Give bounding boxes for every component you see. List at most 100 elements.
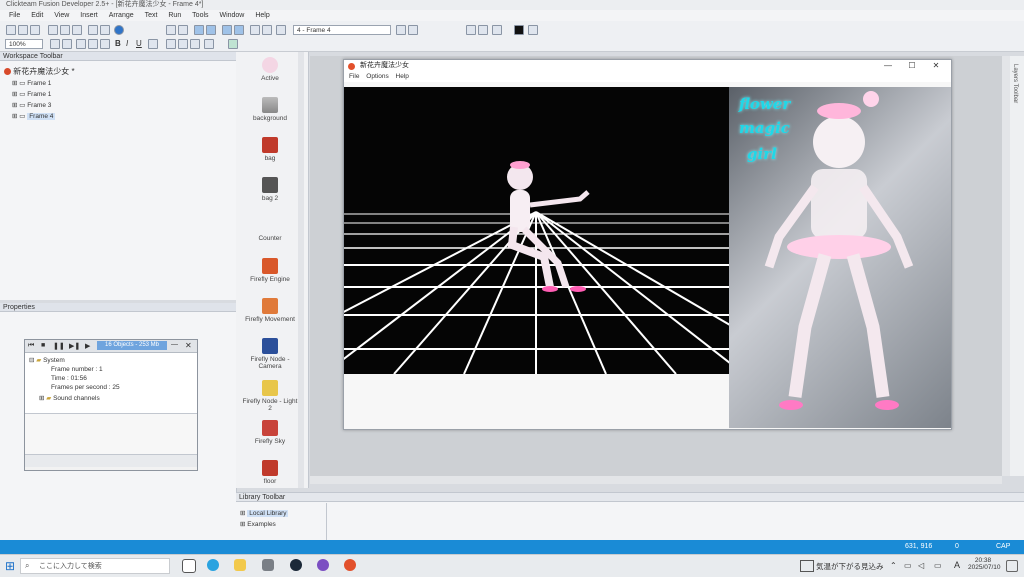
app-menu-options[interactable]: Options xyxy=(366,73,388,80)
align-left-icon[interactable] xyxy=(166,39,176,49)
object-firefly-movement[interactable]: Firefly Movement xyxy=(240,298,300,323)
align-center-icon[interactable] xyxy=(178,39,188,49)
taskbar-search[interactable]: ここに入力して検索 xyxy=(20,558,170,574)
frame-node[interactable]: ⊞ ▭ Frame 1 xyxy=(12,90,51,98)
3d-viewport[interactable] xyxy=(344,87,729,374)
app-node[interactable]: 新花卉魔法少女 * xyxy=(4,66,75,77)
run-icon[interactable] xyxy=(166,25,176,35)
menu-arrange[interactable]: Arrange xyxy=(109,10,134,21)
color-picker-icon[interactable] xyxy=(62,39,72,49)
app-menu-help[interactable]: Help xyxy=(396,73,409,80)
minimize-icon[interactable]: — xyxy=(881,60,895,72)
stop-icon[interactable]: ■ xyxy=(41,342,45,349)
network-icon[interactable]: ▭ xyxy=(904,561,912,570)
event-list-icon[interactable] xyxy=(234,25,244,35)
restart-icon[interactable]: ⏮ xyxy=(28,342,34,350)
stop-icon[interactable] xyxy=(178,25,188,35)
play-icon[interactable]: ▶ xyxy=(85,342,90,350)
step-icon[interactable]: ▶❚ xyxy=(69,342,80,350)
event-editor-icon[interactable] xyxy=(222,25,232,35)
frame-node[interactable]: ⊞ ▭ Frame 3 xyxy=(12,101,51,109)
frame-node[interactable]: ⊞ ▭ Frame 1 xyxy=(12,79,51,87)
align-right-icon[interactable] xyxy=(190,39,200,49)
storyboard-icon[interactable] xyxy=(206,25,216,35)
explorer-icon[interactable] xyxy=(234,559,246,571)
menu-insert[interactable]: Insert xyxy=(80,10,98,21)
volume-icon[interactable]: ◁ xyxy=(918,561,924,570)
app-icon[interactable] xyxy=(317,559,329,571)
redo-icon[interactable] xyxy=(100,25,110,35)
menu-text[interactable]: Text xyxy=(145,10,158,21)
object-floor[interactable]: floor xyxy=(240,460,300,485)
paste-icon[interactable] xyxy=(72,25,82,35)
steam-icon[interactable] xyxy=(290,559,302,571)
close-icon[interactable]: ✕ xyxy=(185,341,192,350)
object-list-scrollbar[interactable] xyxy=(298,52,304,488)
menu-help[interactable]: Help xyxy=(255,10,269,21)
resize-icon[interactable] xyxy=(228,39,238,49)
debugger-output[interactable] xyxy=(25,414,197,454)
new-file-icon[interactable] xyxy=(6,25,16,35)
mail-icon[interactable] xyxy=(262,559,274,571)
notifications-icon[interactable] xyxy=(1006,560,1018,572)
cut-icon[interactable] xyxy=(48,25,58,35)
menu-file[interactable]: File xyxy=(9,10,20,21)
menu-edit[interactable]: Edit xyxy=(31,10,43,21)
menu-tools[interactable]: Tools xyxy=(192,10,208,21)
properties-icon[interactable] xyxy=(262,25,272,35)
window-icon-2[interactable] xyxy=(478,25,488,35)
layout-icon[interactable] xyxy=(194,25,204,35)
clock[interactable]: 20:38 2025/07/10 xyxy=(968,557,1001,571)
data-elements-icon[interactable] xyxy=(250,25,260,35)
object-firefly-engine[interactable]: Firefly Engine xyxy=(240,258,300,283)
pause-icon[interactable]: ❚❚ xyxy=(53,342,65,350)
open-file-icon[interactable] xyxy=(18,25,28,35)
save-icon[interactable] xyxy=(30,25,40,35)
object-firefly-node-light[interactable]: Firefly Node - Light 2 xyxy=(240,380,300,412)
object-background[interactable]: background xyxy=(240,97,300,122)
object-firefly-node-camera[interactable]: Firefly Node - Camera xyxy=(240,338,300,370)
start-icon[interactable]: ⊞ xyxy=(0,555,20,577)
color-icon[interactable] xyxy=(528,25,538,35)
menu-window[interactable]: Window xyxy=(219,10,244,21)
strikethrough-icon[interactable] xyxy=(148,39,158,49)
grid-icon[interactable] xyxy=(76,39,86,49)
frame-hscroll[interactable] xyxy=(310,476,1002,484)
app-menu-file[interactable]: File xyxy=(349,73,359,80)
debug-icon[interactable] xyxy=(276,25,286,35)
system-node[interactable]: ⊟ ▰ System xyxy=(29,356,65,364)
object-active[interactable]: Active xyxy=(240,57,300,82)
edge-icon[interactable] xyxy=(207,559,219,571)
ime-indicator[interactable]: A xyxy=(954,560,960,570)
justify-icon[interactable] xyxy=(204,39,214,49)
underline-icon[interactable]: U xyxy=(136,39,142,48)
bold-icon[interactable]: B xyxy=(115,39,121,48)
battery-icon[interactable]: ▭ xyxy=(934,561,942,570)
color-black-icon[interactable] xyxy=(514,25,524,35)
frame-vscroll[interactable] xyxy=(1002,56,1010,476)
object-firefly-sky[interactable]: Firefly Sky xyxy=(240,420,300,445)
weather-text[interactable]: 気温が下がる見込み xyxy=(816,561,884,572)
object-bag[interactable]: bag xyxy=(240,137,300,162)
next-frame-icon[interactable] xyxy=(408,25,418,35)
frame-select[interactable]: 4 - Frame 4 xyxy=(293,25,391,35)
font-icon[interactable] xyxy=(50,39,60,49)
library-examples[interactable]: ⊞ Examples xyxy=(240,520,276,528)
align-icon[interactable] xyxy=(100,39,110,49)
fusion-icon[interactable] xyxy=(344,559,356,571)
close-icon[interactable]: ✕ xyxy=(929,60,943,72)
prev-frame-icon[interactable] xyxy=(396,25,406,35)
sound-node[interactable]: ⊞ ▰ Sound channels xyxy=(39,394,100,402)
window-icon-3[interactable] xyxy=(492,25,502,35)
help-icon[interactable] xyxy=(114,25,124,35)
italic-icon[interactable]: I xyxy=(126,39,128,48)
maximize-icon[interactable]: ☐ xyxy=(905,60,919,72)
copy-icon[interactable] xyxy=(60,25,70,35)
task-view-icon[interactable] xyxy=(182,559,196,573)
tray-chevron-icon[interactable]: ⌃ xyxy=(890,561,897,570)
menu-run[interactable]: Run xyxy=(168,10,181,21)
minimize-icon[interactable]: — xyxy=(171,341,178,348)
snap-icon[interactable] xyxy=(88,39,98,49)
window-icon-1[interactable] xyxy=(466,25,476,35)
weather-icon[interactable] xyxy=(800,560,814,572)
